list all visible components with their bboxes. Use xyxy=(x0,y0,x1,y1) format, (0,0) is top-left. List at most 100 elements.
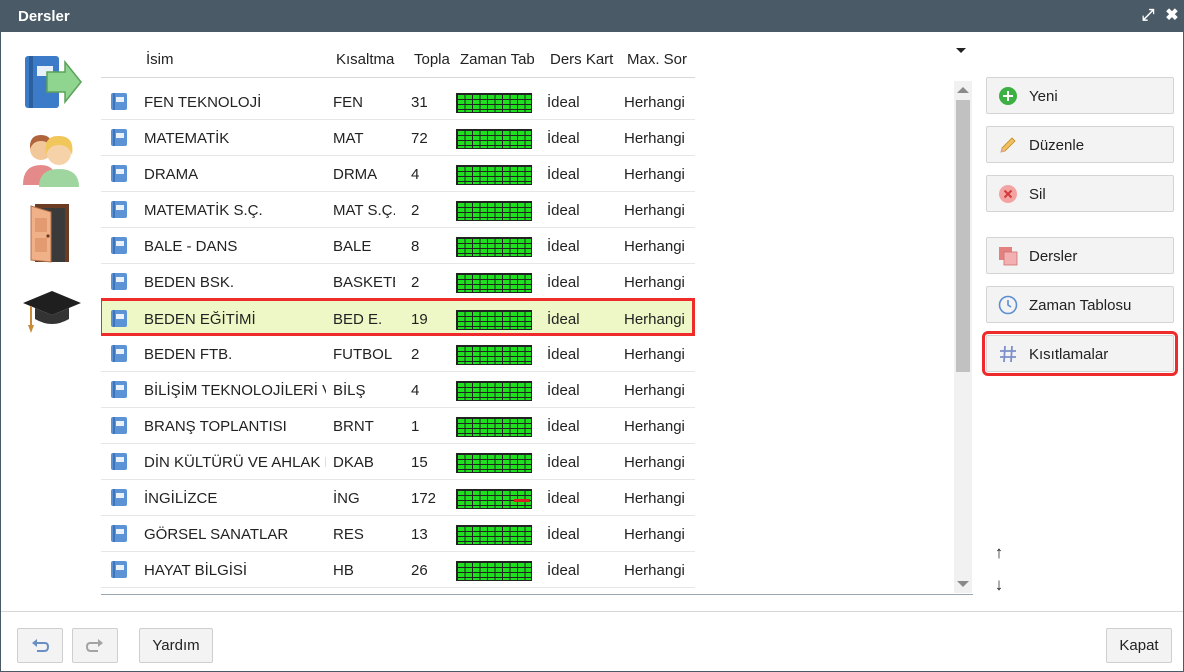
column-max[interactable]: Max. Sor xyxy=(627,51,695,68)
cell-abbreviation: FEN xyxy=(333,94,363,111)
timetable-grid xyxy=(456,93,532,113)
cell-name: BEDEN EĞİTİMİ xyxy=(144,311,256,328)
table-scrollbar[interactable] xyxy=(954,81,972,593)
dialog-window: Dersler ⤢ ✖ İsim Kısaltma Topla Zaman Ta… xyxy=(0,0,1184,672)
table-bottom-divider xyxy=(101,594,973,595)
book-icon xyxy=(111,129,127,146)
delete-button-label: Sil xyxy=(1029,186,1046,203)
book-icon xyxy=(111,165,127,182)
undo-button[interactable] xyxy=(17,628,63,663)
table-row[interactable]: BRANŞ TOPLANTISI BRNT 1 İdeal Herhangi xyxy=(101,408,695,444)
cell-abbreviation: İNG xyxy=(333,490,360,507)
cell-max: Herhangi xyxy=(624,562,685,579)
constraints-button[interactable]: Kısıtlamalar xyxy=(982,331,1178,376)
table-row[interactable]: BALE - DANS BALE 8 İdeal Herhangi xyxy=(101,228,695,264)
hash-icon xyxy=(1000,345,1016,363)
cell-total: 31 xyxy=(411,94,428,111)
arrow-up-icon[interactable]: ↑ xyxy=(991,544,1007,562)
book-icon xyxy=(111,93,127,110)
cell-total: 1 xyxy=(411,418,420,435)
cell-max: Herhangi xyxy=(624,490,685,507)
cell-total: 15 xyxy=(411,454,428,471)
timetable-grid xyxy=(456,453,532,473)
cell-name: İNGİLİZCE xyxy=(144,490,218,507)
close-button[interactable]: Kapat xyxy=(1106,628,1172,663)
book-icon xyxy=(111,561,127,578)
graduation-cap-icon[interactable] xyxy=(21,283,83,345)
cell-max: Herhangi xyxy=(624,202,685,219)
cell-lesson-card: İdeal xyxy=(547,454,580,471)
cell-abbreviation: HB xyxy=(333,562,354,579)
cell-abbreviation: BİLŞ xyxy=(333,382,366,399)
cell-name: DİN KÜLTÜRÜ VE AHLAK B xyxy=(144,454,326,471)
cell-lesson-card: İdeal xyxy=(547,274,580,291)
delete-button[interactable]: Sil xyxy=(986,175,1174,212)
table-row[interactable]: BEDEN EĞİTİMİ BED E. 19 İdeal Herhangi xyxy=(101,298,695,336)
table-row[interactable]: BEDEN BSK. BASKETB 2 İdeal Herhangi xyxy=(101,264,695,300)
cell-lesson-card: İdeal xyxy=(547,202,580,219)
cell-max: Herhangi xyxy=(624,526,685,543)
cell-max: Herhangi xyxy=(624,94,685,111)
table-row[interactable]: BİLİŞİM TEKNOLOJİLERİ V BİLŞ 4 İdeal Herhang… xyxy=(101,372,695,408)
table-row[interactable]: MATEMATİK MAT 72 İdeal Herhangi xyxy=(101,120,695,156)
column-name[interactable]: İsim xyxy=(146,51,326,68)
column-timetable[interactable]: Zaman Tab xyxy=(460,51,540,68)
cell-abbreviation: MAT S.Ç. xyxy=(333,202,395,219)
timetable-grid xyxy=(456,129,532,149)
table-row[interactable]: GÖRSEL SANATLAR RES 13 İdeal Herhangi xyxy=(101,516,695,552)
delete-icon xyxy=(999,185,1017,203)
cell-abbreviation: BRNT xyxy=(333,418,374,435)
table-row[interactable]: DİN KÜLTÜRÜ VE AHLAK B DKAB 15 İdeal Herhang… xyxy=(101,444,695,480)
scroll-up-icon[interactable] xyxy=(957,87,969,93)
column-lesson-card[interactable]: Ders Kart xyxy=(550,51,618,68)
maximize-icon[interactable]: ⤢ xyxy=(1140,7,1156,25)
cell-lesson-card: İdeal xyxy=(547,382,580,399)
classroom-door-icon[interactable] xyxy=(21,202,83,264)
clock-icon xyxy=(998,295,1018,315)
cell-abbreviation: BALE xyxy=(333,238,372,255)
scroll-thumb[interactable] xyxy=(956,100,970,372)
cell-max: Herhangi xyxy=(624,418,685,435)
cell-abbreviation: BASKETB xyxy=(333,274,395,291)
book-icon xyxy=(111,310,127,327)
edit-button[interactable]: Düzenle xyxy=(986,126,1174,163)
help-button[interactable]: Yardım xyxy=(139,628,213,663)
timetable-grid xyxy=(456,237,532,257)
cell-name: BRANŞ TOPLANTISI xyxy=(144,418,287,435)
cell-lesson-card: İdeal xyxy=(547,526,580,543)
lesson-arrow-icon[interactable] xyxy=(21,52,83,114)
cell-max: Herhangi xyxy=(624,311,685,328)
cell-total: 19 xyxy=(411,311,428,328)
redo-button[interactable] xyxy=(72,628,118,663)
scroll-down-icon[interactable] xyxy=(957,581,969,587)
table-row[interactable]: DRAMA DRMA 4 İdeal Herhangi xyxy=(101,156,695,192)
table-row-partial[interactable] xyxy=(101,588,695,597)
book-icon xyxy=(111,381,127,398)
cell-lesson-card: İdeal xyxy=(547,490,580,507)
redo-icon xyxy=(85,639,103,652)
column-abbreviation[interactable]: Kısaltma xyxy=(336,51,404,68)
arrow-down-icon[interactable]: ↓ xyxy=(991,576,1007,594)
cell-name: BALE - DANS xyxy=(144,238,238,255)
new-button[interactable]: Yeni xyxy=(986,77,1174,114)
close-icon[interactable]: ✖ xyxy=(1164,7,1180,25)
cell-total: 8 xyxy=(411,238,420,255)
timetable-grid xyxy=(456,525,532,545)
lessons-table: İsim Kısaltma Topla Zaman Tab Ders Kart … xyxy=(101,41,973,597)
lessons-button[interactable]: Dersler xyxy=(986,237,1174,274)
cell-total: 2 xyxy=(411,346,420,363)
timetable-button[interactable]: Zaman Tablosu xyxy=(986,286,1174,323)
timetable-grid xyxy=(456,381,532,401)
timetable-grid xyxy=(456,345,532,365)
edit-button-label: Düzenle xyxy=(1029,137,1085,154)
column-total[interactable]: Topla xyxy=(414,51,451,68)
column-menu-icon[interactable] xyxy=(956,48,966,53)
table-row[interactable]: BEDEN FTB. FUTBOL 2 İdeal Herhangi xyxy=(101,336,695,372)
cell-max: Herhangi xyxy=(624,274,685,291)
table-row[interactable]: İNGİLİZCE İNG 172 İdeal Herhangi xyxy=(101,480,695,516)
table-row[interactable]: HAYAT BİLGİSİ HB 26 İdeal Herhangi xyxy=(101,552,695,588)
cell-max: Herhangi xyxy=(624,346,685,363)
teachers-icon[interactable] xyxy=(21,127,83,189)
table-row[interactable]: MATEMATİK S.Ç. MAT S.Ç. 2 İdeal Herhangi xyxy=(101,192,695,228)
table-row[interactable]: FEN TEKNOLOJİ FEN 31 İdeal Herhangi xyxy=(101,84,695,120)
